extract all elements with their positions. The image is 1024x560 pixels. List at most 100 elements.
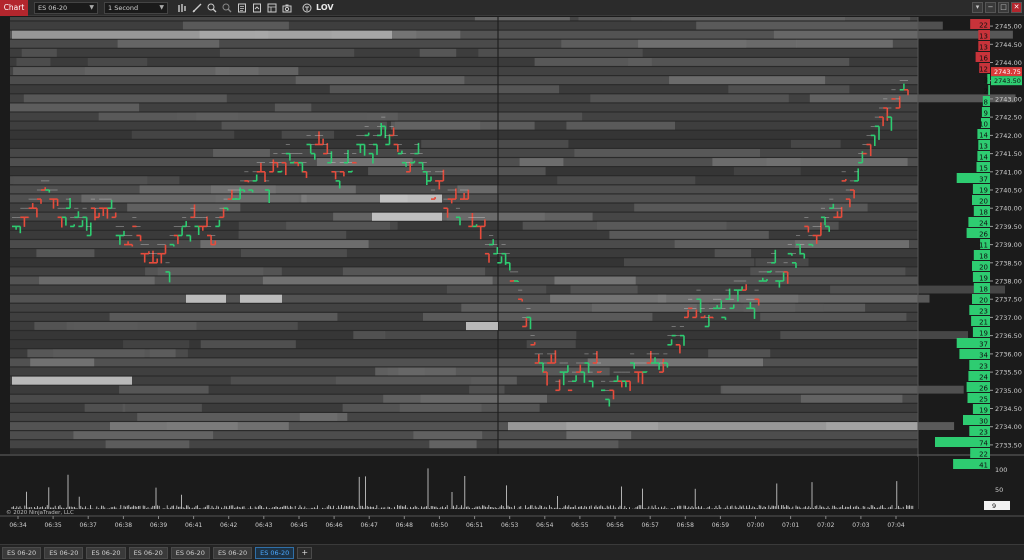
x-tick-label: 06:34 bbox=[9, 522, 26, 529]
dom-size-label: 23 bbox=[979, 308, 988, 316]
dom-size-label: 8 bbox=[984, 99, 988, 107]
heatmap-segment bbox=[570, 285, 638, 294]
heatmap-segment bbox=[478, 48, 643, 57]
heatmap-segment bbox=[286, 221, 390, 230]
x-tick-label: 06:54 bbox=[536, 522, 553, 529]
heatmap-segment bbox=[708, 349, 771, 358]
strategies-icon[interactable] bbox=[251, 2, 263, 14]
x-tick-label: 06:45 bbox=[290, 522, 307, 529]
dom-size-label: 24 bbox=[979, 374, 988, 382]
heatmap-segment bbox=[30, 358, 95, 367]
dom-size-label: 11 bbox=[979, 242, 988, 250]
chart-canvas[interactable]: 22 13 13 16 12 3 2 8 9 10 14 13 14 15 37 19 20 18 24 26 11 18… bbox=[0, 17, 1024, 544]
liquidity-bar bbox=[186, 294, 226, 303]
chart-tab[interactable]: ES 06-20 bbox=[128, 546, 168, 559]
heatmap-segment bbox=[385, 112, 583, 121]
dom-size-label: 37 bbox=[979, 176, 988, 184]
dom-size-label: 19 bbox=[979, 330, 988, 338]
heatmap-segment bbox=[446, 285, 547, 294]
heatmap-segment bbox=[728, 85, 850, 94]
heatmap-segment bbox=[550, 294, 667, 303]
heatmap-segment bbox=[36, 249, 95, 258]
data-box-icon[interactable] bbox=[266, 2, 278, 14]
zoom-out-icon[interactable] bbox=[221, 2, 233, 14]
dom-size-label: 22 bbox=[979, 451, 988, 459]
heatmap-segment bbox=[13, 176, 180, 185]
heatmap-segment bbox=[419, 48, 457, 57]
chart-tab[interactable]: ES 06-20 bbox=[86, 546, 126, 559]
x-tick-label: 06:39 bbox=[150, 522, 167, 529]
indicator-icon[interactable] bbox=[301, 2, 313, 14]
instrument-selector[interactable]: ES 06-20 ▼ bbox=[34, 1, 98, 14]
heatmap-segment bbox=[519, 158, 564, 166]
x-tick-label: 06:50 bbox=[431, 522, 448, 529]
heatmap-segment bbox=[10, 103, 140, 112]
dom-size-label: 2 bbox=[984, 88, 988, 96]
y-tick-label: 2735.50 bbox=[995, 369, 1022, 377]
drawing-tool-icon[interactable] bbox=[191, 2, 203, 14]
dom-size-label: 21 bbox=[979, 319, 988, 327]
minimize-button[interactable]: − bbox=[985, 2, 996, 13]
heatmap-segment bbox=[21, 48, 57, 57]
y-tick-label: 2745.00 bbox=[995, 23, 1022, 31]
interval-selector[interactable]: 1 Second ▼ bbox=[104, 1, 168, 14]
bid-size-bar bbox=[988, 85, 990, 95]
zoom-icon[interactable] bbox=[206, 2, 218, 14]
y-tick-label: 2735.00 bbox=[995, 387, 1022, 395]
heatmap-segment bbox=[200, 340, 296, 349]
chart-tab[interactable]: ES 06-20 bbox=[44, 546, 84, 559]
maximize-button[interactable]: □ bbox=[998, 2, 1009, 13]
chart-tab[interactable]: ES 06-20 bbox=[255, 546, 295, 559]
heatmap-segment bbox=[696, 21, 943, 30]
heatmap-segment bbox=[342, 403, 540, 412]
heatmap-segment bbox=[638, 39, 797, 48]
heatmap-segment bbox=[182, 21, 289, 30]
heatmap-segment bbox=[628, 58, 850, 66]
heatmap-segment bbox=[342, 267, 486, 276]
add-tab-button[interactable]: + bbox=[297, 546, 313, 559]
dom-size-label: 37 bbox=[979, 341, 988, 349]
dom-size-label: 18 bbox=[979, 209, 988, 217]
x-tick-label: 06:56 bbox=[606, 522, 623, 529]
heatmap-segment bbox=[712, 158, 908, 166]
y-tick-label: 2741.00 bbox=[995, 168, 1022, 176]
close-button[interactable]: ✕ bbox=[1011, 2, 1022, 13]
window-controls: ▾ − □ ✕ bbox=[970, 2, 1022, 13]
heatmap-segment bbox=[398, 367, 456, 376]
heatmap-segment bbox=[760, 312, 907, 321]
chart-tab[interactable]: ES 06-20 bbox=[170, 546, 210, 559]
chevron-down-icon: ▼ bbox=[159, 4, 164, 11]
interval-value: 1 Second bbox=[108, 3, 139, 12]
chart-window-tab[interactable]: Chart bbox=[0, 0, 28, 16]
dom-size-label: 14 bbox=[979, 132, 988, 140]
dom-size-label: 24 bbox=[979, 220, 988, 228]
x-tick-label: 06:55 bbox=[571, 522, 588, 529]
y-tick-label: 2737.50 bbox=[995, 296, 1022, 304]
heatmap-segment bbox=[669, 76, 826, 85]
properties-icon[interactable] bbox=[236, 2, 248, 14]
volume-tick-label: 50 bbox=[995, 486, 1003, 494]
x-tick-label: 06:37 bbox=[80, 522, 97, 529]
dom-size-label: 10 bbox=[979, 121, 988, 129]
bar-type-icon[interactable] bbox=[176, 2, 188, 14]
heatmap-segment bbox=[176, 112, 367, 121]
window-menu-button[interactable]: ▾ bbox=[972, 2, 983, 13]
heatmap-segment bbox=[109, 312, 338, 321]
bid-price-label: 2743.50 bbox=[994, 77, 1021, 85]
heatmap-segment bbox=[16, 58, 51, 66]
price-chart[interactable]: 22 13 13 16 12 3 2 8 9 10 14 13 14 15 37 19 20 18 24 26 11 18… bbox=[0, 17, 1024, 544]
heatmap-segment bbox=[215, 67, 299, 75]
heatmap-segment bbox=[117, 39, 220, 48]
chart-tab[interactable]: ES 06-20 bbox=[212, 546, 253, 559]
volume-last-tag bbox=[984, 501, 1010, 510]
chart-tab[interactable]: ES 06-20 bbox=[2, 546, 42, 559]
heatmap-segment bbox=[53, 349, 145, 358]
liquidity-bar bbox=[508, 422, 918, 431]
x-tick-label: 07:04 bbox=[887, 522, 904, 529]
dom-size-label: 9 bbox=[984, 110, 988, 118]
indicator-label[interactable]: LOV bbox=[316, 3, 334, 12]
dom-size-label: 19 bbox=[979, 275, 988, 283]
dom-size-label: 13 bbox=[979, 44, 988, 52]
snapshot-icon[interactable] bbox=[281, 2, 293, 14]
dom-size-label: 15 bbox=[979, 165, 988, 173]
